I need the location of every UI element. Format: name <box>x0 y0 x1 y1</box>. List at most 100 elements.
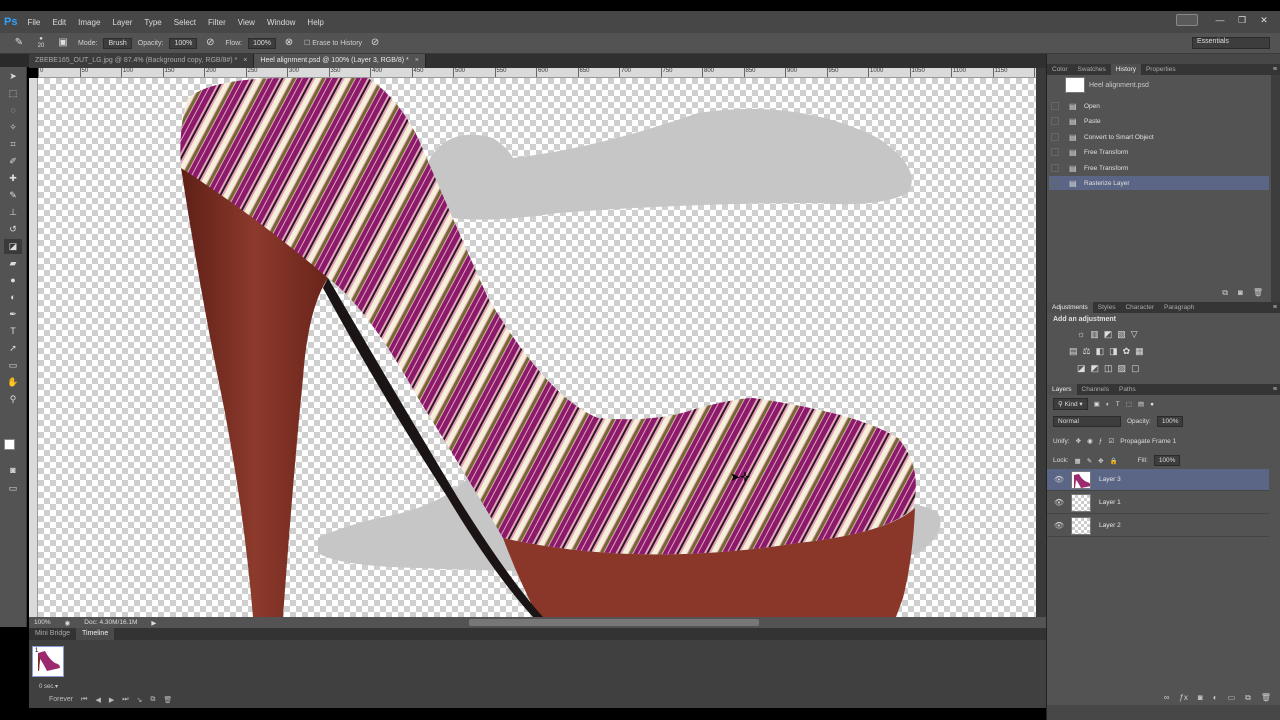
menu-layer[interactable]: Layer <box>112 18 132 27</box>
brightness-icon[interactable]: ☼ <box>1077 329 1085 340</box>
filter-adjustment-icon[interactable]: ◐ <box>1106 401 1110 408</box>
crop-tool-icon[interactable]: ⌗ <box>4 137 22 152</box>
tab-history[interactable]: History <box>1110 64 1141 75</box>
history-snapshot[interactable]: Heel alignment.psd <box>1047 75 1269 95</box>
minimize-button[interactable]: — <box>1212 14 1228 27</box>
history-step[interactable]: ▤ Convert to Smart Object <box>1049 130 1269 144</box>
panel-menu-icon[interactable]: ≡ <box>1273 64 1277 75</box>
brush-tool-icon[interactable]: ✎ <box>4 188 22 203</box>
unify-style-icon[interactable]: ƒ <box>1099 438 1103 445</box>
history-step[interactable]: ▤ Free Transform <box>1049 145 1269 159</box>
arrange-documents-button[interactable] <box>1176 14 1198 26</box>
quick-mask-icon[interactable]: ◙ <box>4 463 22 478</box>
posterize-icon[interactable]: ◩ <box>1091 363 1100 374</box>
new-adjustment-layer-icon[interactable]: ◐ <box>1213 693 1218 705</box>
rectangle-tool-icon[interactable]: ▭ <box>4 358 22 373</box>
zoom-level[interactable]: 100% <box>34 619 51 626</box>
history-step-selected[interactable]: ▤ Rasterize Layer <box>1049 176 1269 190</box>
tween-icon[interactable]: ↘ <box>137 696 143 704</box>
animation-frame-1[interactable]: 1 <box>32 646 64 677</box>
blur-tool-icon[interactable]: ● <box>4 273 22 288</box>
gradient-tool-icon[interactable]: ▰ <box>4 256 22 271</box>
prev-frame-icon[interactable]: ◀ <box>95 696 100 704</box>
selective-color-icon[interactable]: ▢ <box>1131 363 1140 374</box>
menu-view[interactable]: View <box>238 18 255 27</box>
blend-mode-select[interactable]: Normal <box>1053 416 1121 427</box>
filter-pixel-icon[interactable]: ▣ <box>1094 400 1100 408</box>
history-source-checkbox[interactable] <box>1051 179 1059 187</box>
panel-menu-icon[interactable]: ≡ <box>1273 384 1277 395</box>
history-scrollbar[interactable] <box>1271 75 1280 306</box>
eye-icon[interactable]: 👁 <box>1053 475 1065 484</box>
lock-transparency-icon[interactable]: ▦ <box>1075 457 1081 465</box>
foreground-color-swatch[interactable] <box>4 439 15 450</box>
frame-delay[interactable]: 0 sec.▾ <box>39 683 58 690</box>
new-group-icon[interactable]: ▭ <box>1228 693 1236 705</box>
move-tool-icon[interactable]: ➤ <box>4 69 22 84</box>
flow-field[interactable]: 100% <box>248 37 276 49</box>
menu-file[interactable]: File <box>27 18 40 27</box>
history-source-checkbox[interactable] <box>1051 102 1059 110</box>
filter-toggle-icon[interactable]: ● <box>1150 401 1154 408</box>
pen-tool-icon[interactable]: ✒ <box>4 307 22 322</box>
history-step[interactable]: ▤ Paste <box>1049 114 1269 128</box>
marquee-tool-icon[interactable]: ⬚ <box>4 86 22 101</box>
filter-smart-object-icon[interactable]: ▤ <box>1138 400 1144 408</box>
threshold-icon[interactable]: ◫ <box>1104 363 1113 374</box>
quick-select-tool-icon[interactable]: ✧ <box>4 120 22 135</box>
screen-mode-icon[interactable]: ▭ <box>4 481 22 496</box>
trash-icon[interactable]: 🗑 <box>1261 693 1271 705</box>
layer-row-layer-3[interactable]: 👁 Layer 3 <box>1047 469 1269 491</box>
tab-styles[interactable]: Styles <box>1093 302 1121 313</box>
fill-field[interactable]: 100% <box>1153 455 1181 466</box>
new-layer-icon[interactable]: ⧉ <box>1245 693 1251 705</box>
add-mask-icon[interactable]: ◙ <box>1198 693 1203 705</box>
menu-type[interactable]: Type <box>144 18 161 27</box>
eraser-tool-icon[interactable]: ◪ <box>4 239 22 254</box>
unify-position-icon[interactable]: ✥ <box>1076 437 1081 445</box>
exposure-icon[interactable]: ▧ <box>1117 329 1126 340</box>
gradient-map-icon[interactable]: ▨ <box>1118 363 1127 374</box>
menu-help[interactable]: Help <box>307 18 323 27</box>
close-icon[interactable]: × <box>243 57 247 64</box>
document-canvas[interactable]: ➤✛ <box>38 78 1036 617</box>
curves-icon[interactable]: ◩ <box>1104 329 1113 340</box>
levels-icon[interactable]: ▥ <box>1090 329 1099 340</box>
path-select-tool-icon[interactable]: ➚ <box>4 341 22 356</box>
close-button[interactable]: ✕ <box>1256 14 1272 27</box>
brush-panel-icon[interactable]: ▣ <box>56 36 70 50</box>
layer-style-icon[interactable]: ƒx <box>1179 693 1187 705</box>
color-balance-icon[interactable]: ⚖ <box>1083 346 1091 357</box>
tab-swatches[interactable]: Swatches <box>1073 64 1111 75</box>
menu-filter[interactable]: Filter <box>208 18 226 27</box>
new-document-from-state-icon[interactable]: ⧉ <box>1222 288 1228 300</box>
hand-tool-icon[interactable]: ✋ <box>4 375 22 390</box>
history-step[interactable]: ▤ Free Transform <box>1049 161 1269 175</box>
tab-timeline[interactable]: Timeline <box>76 628 115 640</box>
layer-row-layer-1[interactable]: 👁 Layer 1 <box>1047 492 1269 514</box>
type-tool-icon[interactable]: T <box>4 324 22 339</box>
panel-menu-icon[interactable]: ≡ <box>1273 302 1277 313</box>
history-source-checkbox[interactable] <box>1051 164 1059 172</box>
layer-opacity-field[interactable]: 100% <box>1156 416 1184 427</box>
doc-tab-heel-alignment[interactable]: Heel alignment.psd @ 100% (Layer 3, RGB/… <box>254 54 426 68</box>
healing-brush-tool-icon[interactable]: ✚ <box>4 171 22 186</box>
filter-type-icon[interactable]: T <box>1116 401 1120 408</box>
history-step[interactable]: ▤ Open <box>1049 99 1269 113</box>
mode-select[interactable]: Brush <box>103 37 132 49</box>
dodge-tool-icon[interactable]: ◐ <box>4 290 22 305</box>
status-menu-arrow-icon[interactable]: ▶ <box>151 619 156 627</box>
eye-icon[interactable]: 👁 <box>1053 498 1065 507</box>
menu-window[interactable]: Window <box>267 18 295 27</box>
lasso-tool-icon[interactable]: ◌ <box>4 103 22 118</box>
tab-paragraph[interactable]: Paragraph <box>1159 302 1199 313</box>
clone-stamp-tool-icon[interactable]: ⊥ <box>4 205 22 220</box>
pressure-size-icon[interactable]: ⊘ <box>368 36 382 50</box>
history-source-checkbox[interactable] <box>1051 133 1059 141</box>
menu-select[interactable]: Select <box>174 18 196 27</box>
tab-color[interactable]: Color <box>1047 64 1073 75</box>
first-frame-icon[interactable]: ⏮ <box>81 696 87 704</box>
filter-shape-icon[interactable]: ⬚ <box>1126 400 1132 408</box>
history-source-checkbox[interactable] <box>1051 148 1059 156</box>
airbrush-icon[interactable]: ⊗ <box>282 36 296 50</box>
